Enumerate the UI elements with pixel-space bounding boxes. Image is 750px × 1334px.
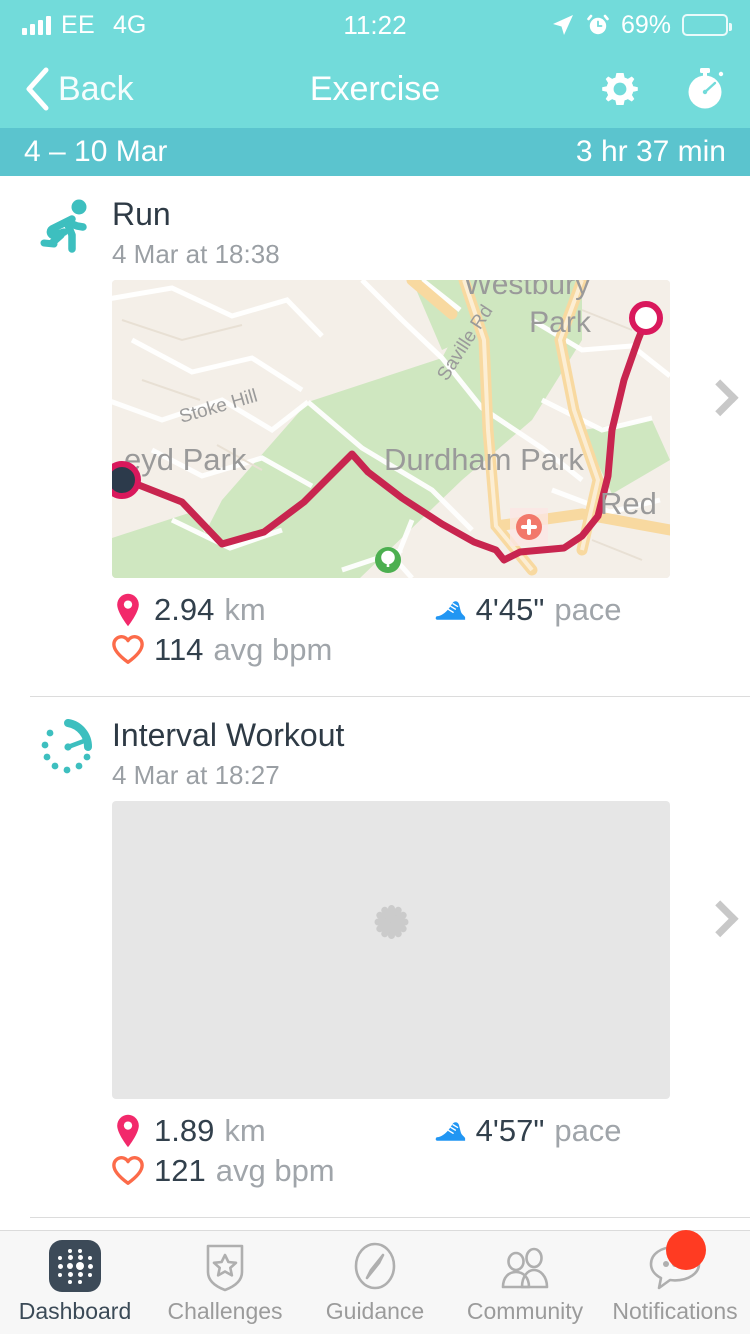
entry-header: Run 4 Mar at 18:38 bbox=[0, 176, 750, 270]
tab-label: Dashboard bbox=[19, 1298, 132, 1325]
location-pin-icon bbox=[112, 1113, 144, 1149]
status-bar: EE 4G 11:22 69% bbox=[0, 0, 750, 50]
route-start-marker bbox=[632, 304, 660, 332]
stat-row-secondary: 121 avg bpm bbox=[112, 1153, 750, 1189]
alarm-clock-icon bbox=[586, 13, 610, 37]
navbar-actions bbox=[598, 65, 728, 113]
entry-title: Run bbox=[112, 196, 280, 233]
chevron-right-icon[interactable] bbox=[702, 379, 739, 416]
entry-header: Interval Workout 4 Mar at 18:27 bbox=[0, 697, 750, 791]
tree-marker bbox=[375, 547, 401, 573]
pace-value: 4'57" bbox=[476, 1113, 545, 1149]
running-shoe-icon bbox=[434, 1113, 466, 1149]
compass-icon bbox=[346, 1240, 404, 1292]
chevron-right-icon[interactable] bbox=[702, 900, 739, 937]
map-canvas: Westbury Park Saville Rd Stoke Hill eyd … bbox=[112, 280, 670, 578]
location-pin-icon bbox=[112, 592, 144, 628]
tab-label: Community bbox=[467, 1298, 583, 1325]
speech-bubble-icon bbox=[646, 1240, 704, 1292]
pharmacy-marker bbox=[510, 508, 548, 546]
entry-text: Interval Workout 4 Mar at 18:27 bbox=[112, 715, 344, 791]
entry-datetime: 4 Mar at 18:38 bbox=[112, 239, 280, 270]
stopwatch-icon[interactable] bbox=[682, 65, 728, 113]
heart-rate-value: 114 bbox=[154, 632, 203, 668]
navigation-bar: Back Exercise bbox=[0, 50, 750, 128]
entry-title: Interval Workout bbox=[112, 717, 344, 754]
tab-community[interactable]: Community bbox=[450, 1240, 600, 1325]
entry-datetime: 4 Mar at 18:27 bbox=[112, 760, 344, 791]
map-label-cleyd-park: eyd Park bbox=[124, 442, 247, 477]
map-label-westbury: Westbury bbox=[464, 280, 590, 301]
tab-challenges[interactable]: Challenges bbox=[150, 1240, 300, 1325]
heart-icon bbox=[112, 632, 144, 668]
status-bar-left: EE 4G bbox=[22, 11, 146, 40]
tab-label: Notifications bbox=[612, 1298, 737, 1325]
stat-row-primary: 1.89 km 4'57" pace bbox=[112, 1113, 750, 1149]
map-label-park: Park bbox=[529, 306, 592, 339]
entry-body: Westbury Park Saville Rd Stoke Hill eyd … bbox=[0, 270, 750, 578]
exercise-list[interactable]: Run 4 Mar at 18:38 bbox=[0, 176, 750, 1230]
stat-distance: 2.94 km bbox=[112, 592, 266, 628]
battery-icon bbox=[682, 14, 728, 36]
notification-badge bbox=[666, 1230, 706, 1270]
stat-row-primary: 2.94 km 4'45" pace bbox=[112, 592, 750, 628]
map-label-red: Red bbox=[600, 486, 657, 521]
chevron-left-icon bbox=[22, 65, 52, 113]
heart-rate-unit: avg bpm bbox=[213, 632, 332, 668]
signal-bars-icon bbox=[22, 15, 51, 35]
exercise-entry-interval-workout[interactable]: Interval Workout 4 Mar at 18:27 bbox=[0, 697, 750, 1218]
back-label: Back bbox=[58, 70, 134, 109]
heart-rate-unit: avg bpm bbox=[216, 1153, 335, 1189]
distance-unit: km bbox=[224, 1113, 265, 1149]
week-total-duration: 3 hr 37 min bbox=[576, 135, 726, 169]
tab-guidance[interactable]: Guidance bbox=[300, 1240, 450, 1325]
location-arrow-icon bbox=[551, 13, 575, 37]
entry-body bbox=[0, 791, 750, 1099]
stat-row-secondary: 114 avg bpm bbox=[112, 632, 750, 668]
tab-dashboard[interactable]: Dashboard bbox=[0, 1240, 150, 1325]
stat-pace: 4'45" pace bbox=[434, 592, 622, 628]
shield-star-icon bbox=[196, 1240, 254, 1292]
pace-unit: pace bbox=[554, 592, 621, 628]
week-date-range: 4 – 10 Mar bbox=[24, 135, 167, 169]
interval-timer-icon bbox=[36, 715, 100, 779]
battery-percent-label: 69% bbox=[621, 11, 671, 40]
entry-stats: 2.94 km 4'45" pace bbox=[0, 578, 750, 668]
distance-unit: km bbox=[224, 592, 265, 628]
stat-heart-rate: 121 avg bpm bbox=[112, 1153, 335, 1189]
distance-value: 2.94 bbox=[154, 592, 214, 628]
pace-value: 4'45" bbox=[476, 592, 545, 628]
heart-icon bbox=[112, 1153, 144, 1189]
heart-rate-value: 121 bbox=[154, 1153, 206, 1189]
stat-heart-rate: 114 avg bpm bbox=[112, 632, 332, 668]
people-icon bbox=[496, 1240, 554, 1292]
distance-value: 1.89 bbox=[154, 1113, 214, 1149]
week-summary-bar[interactable]: 4 – 10 Mar 3 hr 37 min bbox=[0, 128, 750, 176]
status-bar-right: 69% bbox=[551, 11, 728, 40]
running-person-icon bbox=[36, 194, 100, 258]
bottom-tab-bar: Dashboard Challenges Guidance Community bbox=[0, 1230, 750, 1334]
map-label-durdham-park: Durdham Park bbox=[384, 442, 584, 477]
entry-text: Run 4 Mar at 18:38 bbox=[112, 194, 280, 270]
map-loading-placeholder bbox=[112, 801, 670, 1099]
exercise-entry-run-2[interactable]: Run bbox=[0, 1218, 750, 1230]
tab-label: Guidance bbox=[326, 1298, 424, 1325]
stat-pace: 4'57" pace bbox=[434, 1113, 622, 1149]
entry-stats: 1.89 km 4'57" pace bbox=[0, 1099, 750, 1189]
route-map[interactable]: Westbury Park Saville Rd Stoke Hill eyd … bbox=[112, 280, 670, 578]
carrier-label: EE bbox=[61, 11, 95, 40]
route-end-marker bbox=[112, 464, 138, 496]
tab-label: Challenges bbox=[167, 1298, 282, 1325]
gear-icon[interactable] bbox=[598, 67, 642, 111]
network-type-label: 4G bbox=[113, 11, 146, 40]
pace-unit: pace bbox=[554, 1113, 621, 1149]
stat-distance: 1.89 km bbox=[112, 1113, 266, 1149]
fitbit-dots-icon bbox=[46, 1240, 104, 1292]
loading-spinner-icon bbox=[363, 922, 419, 978]
back-button[interactable]: Back bbox=[22, 65, 134, 113]
tab-notifications[interactable]: Notifications bbox=[600, 1240, 750, 1325]
running-shoe-icon bbox=[434, 592, 466, 628]
entry-header: Run bbox=[0, 1218, 750, 1230]
exercise-entry-run-1[interactable]: Run 4 Mar at 18:38 bbox=[0, 176, 750, 697]
